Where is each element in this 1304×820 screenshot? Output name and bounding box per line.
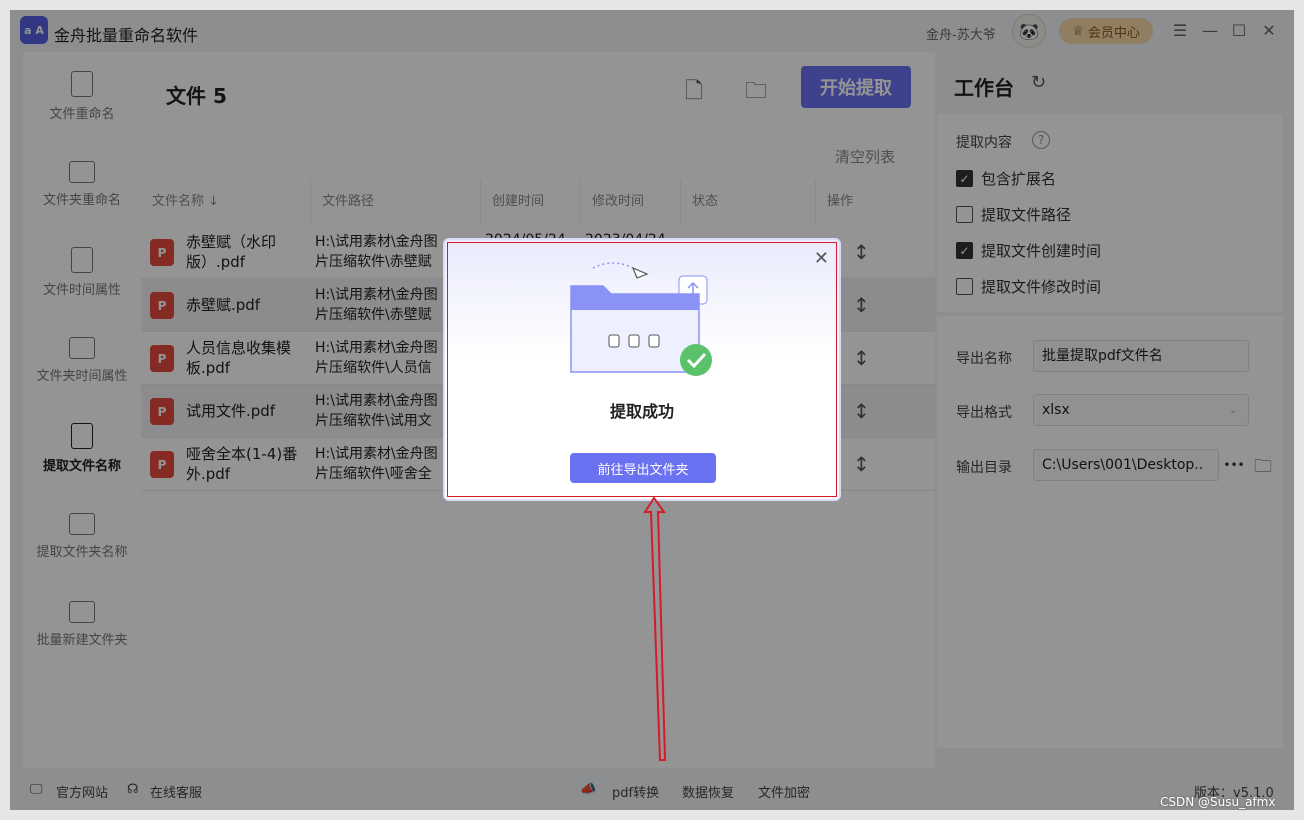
close-icon[interactable]: ✕ <box>814 248 829 269</box>
folder-success-illustration <box>570 262 712 376</box>
open-export-folder-button[interactable]: 前往导出文件夹 <box>570 453 716 483</box>
success-dialog: ✕ 提取成功 前往导出文件夹 <box>443 238 841 501</box>
dialog-message: 提取成功 <box>609 402 674 421</box>
watermark: CSDN @Susu_afmx <box>1160 795 1276 809</box>
